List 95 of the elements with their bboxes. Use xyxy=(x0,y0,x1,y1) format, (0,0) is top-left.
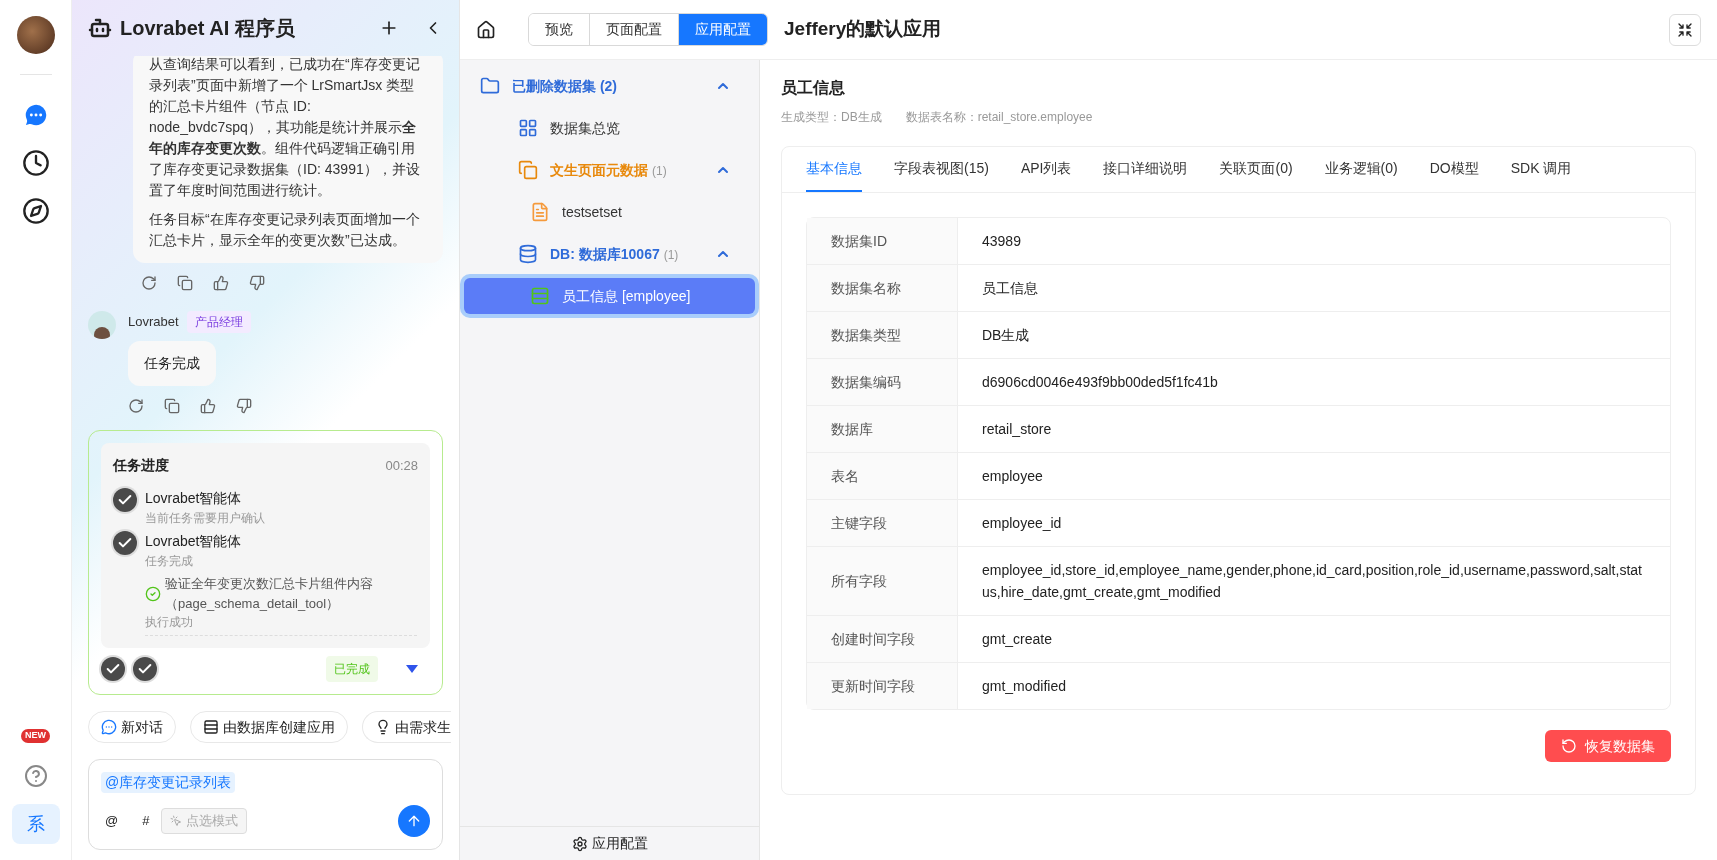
composer-tool-button[interactable]: @ xyxy=(101,811,123,831)
tree-item[interactable]: testsetset xyxy=(464,194,755,230)
thumbs-up-icon xyxy=(213,275,229,291)
field-label: 数据集ID xyxy=(807,218,958,264)
grid-icon xyxy=(518,118,538,138)
robot-icon xyxy=(88,16,112,40)
success-icon xyxy=(145,585,161,602)
detail-tab[interactable]: 接口详细说明 xyxy=(1103,147,1188,192)
database-icon xyxy=(518,244,538,264)
home-icon[interactable] xyxy=(476,19,496,40)
agent-name: Lovrabet智能体 xyxy=(145,532,243,551)
progress-title: 任务进度 xyxy=(113,456,169,475)
chat-title: Lovrabet AI 程序员 xyxy=(120,16,296,41)
field-value: employee xyxy=(981,467,1044,486)
detail-tab[interactable]: 业务逻辑(0) xyxy=(1324,147,1398,192)
field-value: gmt_modified xyxy=(981,677,1068,696)
thumbs-up-icon xyxy=(200,398,216,414)
dataset-meta: 数据表名称：retail_store.employee xyxy=(905,109,1093,126)
detail-tab[interactable]: API列表 xyxy=(1020,147,1072,192)
send-button[interactable] xyxy=(398,805,430,837)
detail-tab[interactable]: SDK 调用 xyxy=(1510,147,1572,192)
avatar xyxy=(88,311,116,339)
step-status: 当前任务需要用户确认 xyxy=(145,510,265,527)
app-title: Jeffery的默认应用 xyxy=(784,17,943,42)
lightbulb-icon xyxy=(375,719,391,735)
table-icon xyxy=(530,286,550,306)
tree-item[interactable]: DB: 数据库10067 (1) xyxy=(464,236,755,272)
composer-tool-button[interactable]: # xyxy=(138,811,154,831)
field-label: 更新时间字段 xyxy=(807,663,958,709)
new-badge[interactable]: NEW xyxy=(21,729,50,743)
field-label: 数据库 xyxy=(807,406,958,452)
field-label: 创建时间字段 xyxy=(807,616,958,662)
detail-tab[interactable]: DO模型 xyxy=(1429,147,1479,192)
field-label: 数据集类型 xyxy=(807,312,958,358)
system-button[interactable]: 系 xyxy=(11,804,60,844)
status-tag: 已完成 xyxy=(326,656,378,682)
thumbs-down-icon xyxy=(236,398,252,414)
quick-action-button[interactable]: 由需求生 xyxy=(362,711,451,743)
tree-item[interactable]: 已删除数据集 (2) xyxy=(464,68,755,104)
author-name: Lovrabet xyxy=(128,313,179,332)
copy-icon xyxy=(164,398,180,414)
avatar[interactable] xyxy=(16,16,55,54)
field-label: 数据集编码 xyxy=(807,359,958,405)
check-avatar-icon xyxy=(101,657,125,681)
help-icon xyxy=(23,764,48,788)
documents-icon xyxy=(518,160,538,180)
fullscreen-button[interactable] xyxy=(1669,13,1701,46)
detail-tab[interactable]: 关联页面(0) xyxy=(1219,147,1293,192)
tool-name: 验证全年变更次数汇总卡片组件内容 xyxy=(165,575,373,593)
field-label: 数据集名称 xyxy=(807,265,958,311)
message-bubble: 任务完成 xyxy=(128,341,216,386)
regenerate-icon xyxy=(141,275,157,291)
page-mention-tag[interactable]: @库存变更记录列表 xyxy=(101,772,236,793)
agent-name: Lovrabet智能体 xyxy=(145,489,243,508)
detail-tab[interactable]: 基本信息 xyxy=(806,147,862,192)
check-avatar-icon xyxy=(113,488,137,512)
field-value: DB生成 xyxy=(981,326,1031,345)
pointer-icon xyxy=(170,815,183,827)
app-settings-button[interactable]: 应用配置 xyxy=(460,826,759,860)
thumbs-down-icon xyxy=(249,275,265,291)
caret-down-icon[interactable] xyxy=(406,665,418,673)
document-icon xyxy=(530,202,550,222)
dataset-meta: 生成类型：DB生成 xyxy=(781,109,882,126)
check-avatar-icon xyxy=(133,657,157,681)
detail-tab[interactable]: 字段表视图(15) xyxy=(894,147,989,192)
tree-item[interactable]: 数据集总览 xyxy=(464,110,755,146)
reply-paragraph: 从查询结果可以看到，已成功在“库存变更记录列表”页面中新增了一个 LrSmartJsx 类型的汇总卡片组件（节点 ID: node_bvdc7spq），其功能是统计并展示全年的库存变更次数。组件代码逻辑正确引用了库存变更记录数据集（ID: 43991），并设置了年度时间范围进行统计。 xyxy=(149,56,421,200)
field-value: employee_id xyxy=(981,514,1063,533)
regenerate-icon xyxy=(128,398,144,414)
elapsed-time: 00:28 xyxy=(385,456,418,475)
message-composer[interactable]: @库存变更记录列表 @ # 点选模式 xyxy=(88,759,443,850)
check-avatar-icon xyxy=(113,531,137,555)
field-value: retail_store xyxy=(981,420,1053,439)
reply-paragraph: 任务目标“在库存变更记录列表页面增加一个汇总卡片，显示全年的变更次数”已达成。 xyxy=(149,210,421,250)
tool-code: （page_schema_detail_tool） xyxy=(165,594,341,613)
field-label: 所有字段 xyxy=(807,547,958,615)
field-value: 员工信息 xyxy=(981,279,1039,298)
copy-icon xyxy=(177,275,193,291)
field-value: 43989 xyxy=(981,232,1022,251)
step-status: 任务完成 xyxy=(145,553,194,570)
tool-result: 执行成功 xyxy=(145,613,417,636)
role-tag: 产品经理 xyxy=(186,311,251,333)
view-tab[interactable]: 应用配置 xyxy=(678,14,767,45)
folder-icon xyxy=(480,76,500,96)
table-icon xyxy=(203,719,219,735)
shrink-icon xyxy=(1677,21,1693,38)
field-label: 主键字段 xyxy=(807,500,958,546)
settings-icon xyxy=(571,835,588,852)
field-value: gmt_create xyxy=(981,630,1054,649)
restore-icon xyxy=(1561,738,1577,754)
chat-icon xyxy=(101,719,117,735)
field-value: employee_id,store_id,employee_name,gender,phone,id_card,position,role_id,username,password,salt,status,hire_date,gmt_create,gmt_modified xyxy=(981,561,1643,602)
field-label: 表名 xyxy=(807,453,958,499)
dataset-title: 员工信息 xyxy=(781,78,846,98)
field-value: d6906cd0046e493f9bb00ded5f1fc41b xyxy=(981,373,1219,392)
